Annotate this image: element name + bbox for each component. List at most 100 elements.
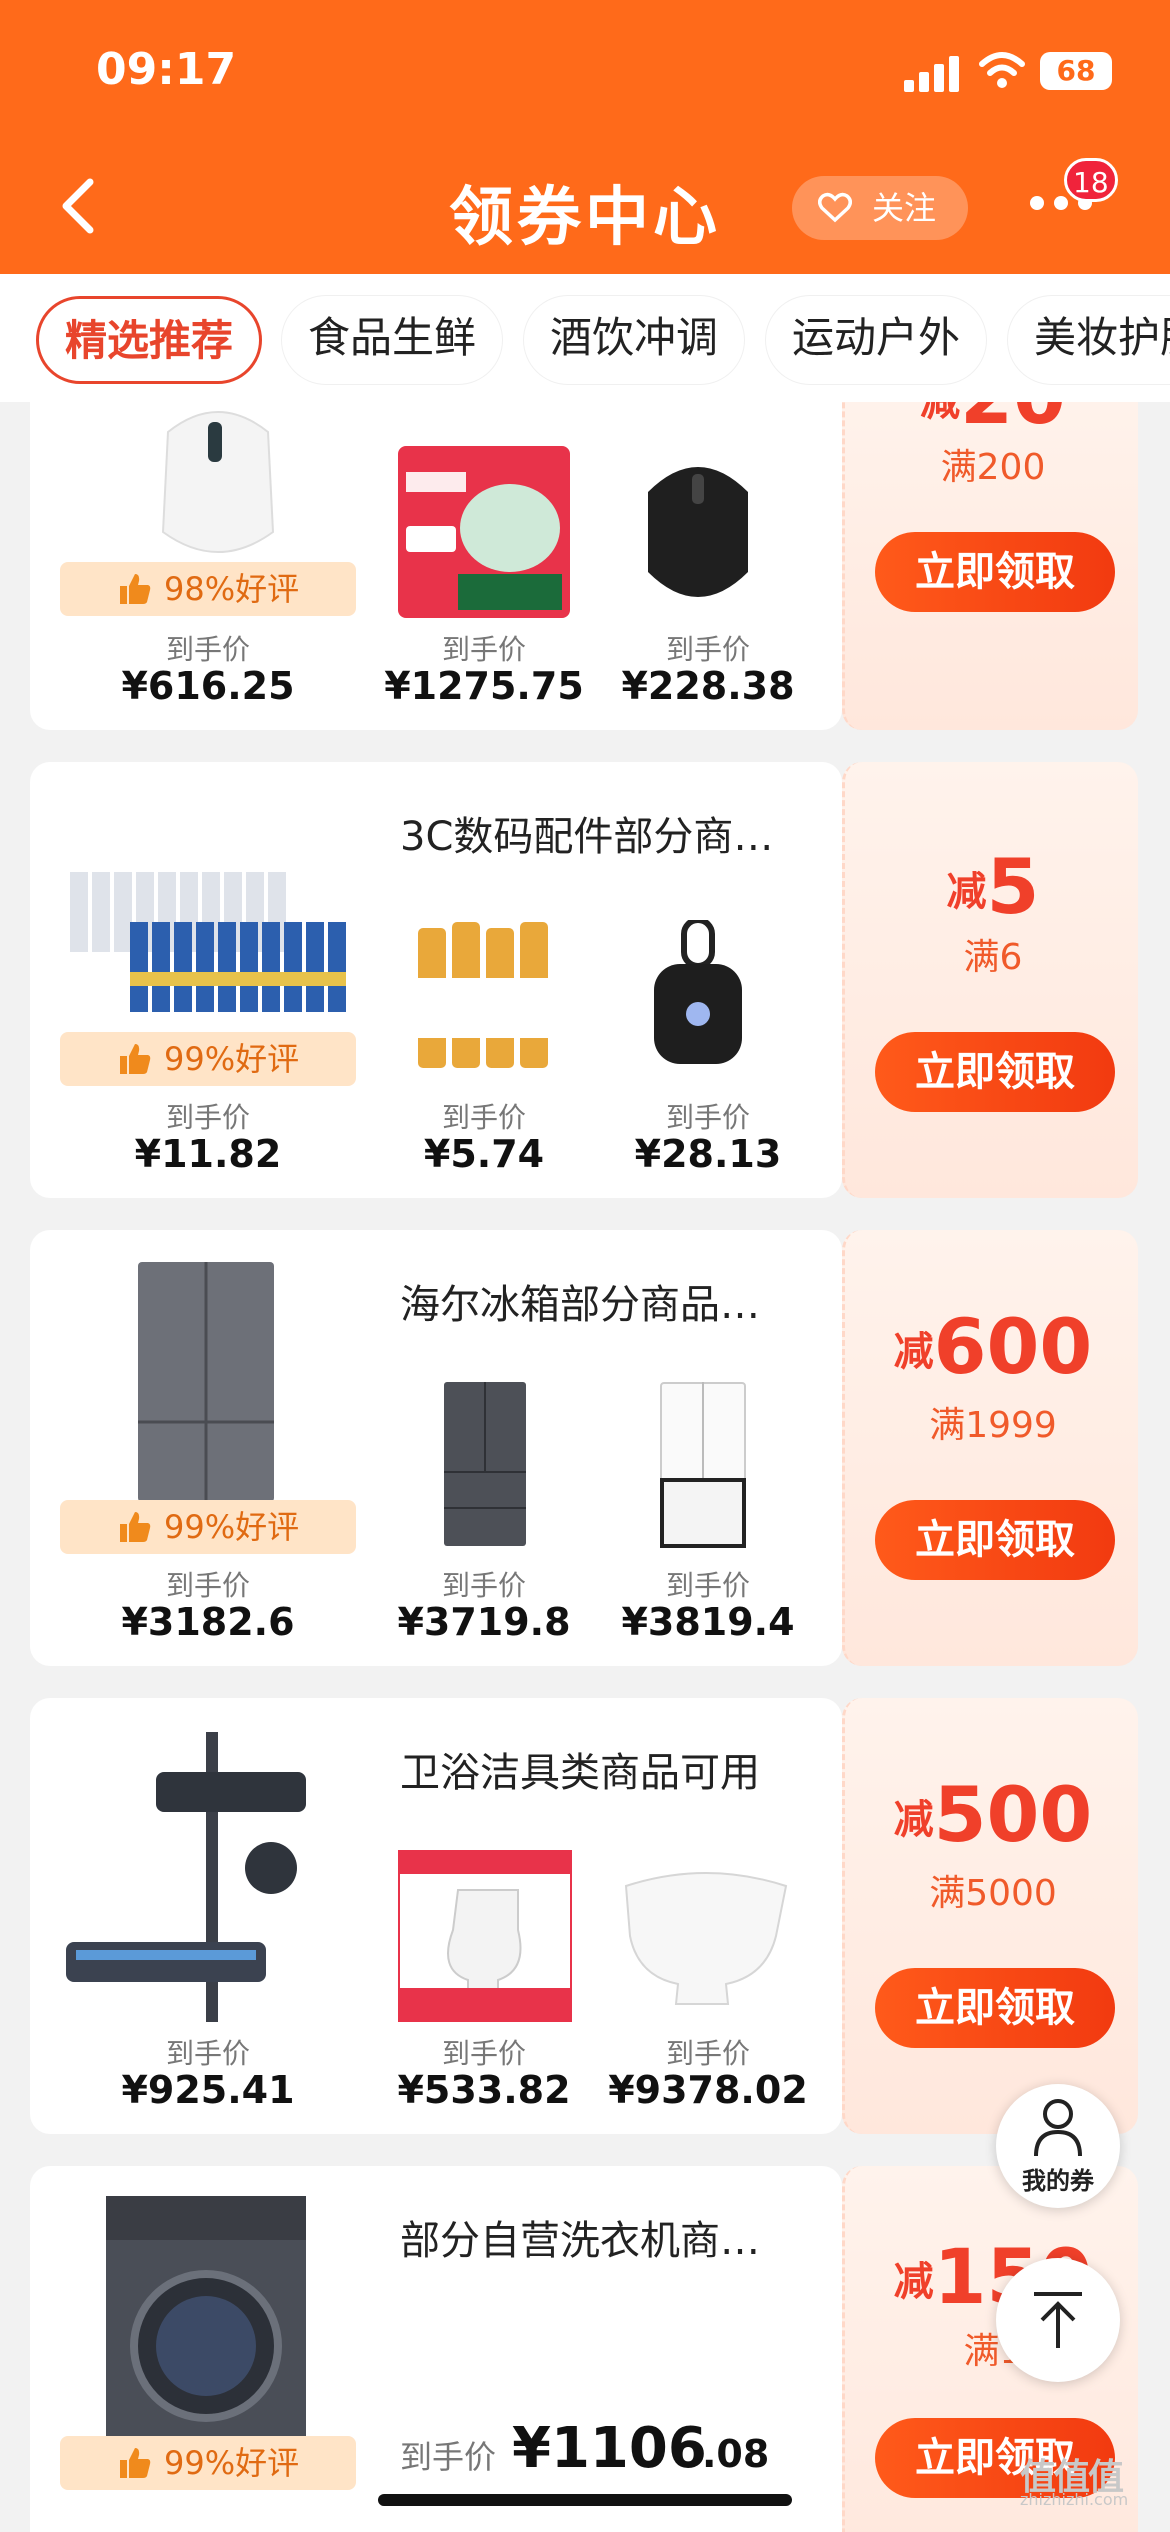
my-coupons-button[interactable]: 我的券 xyxy=(996,2084,1120,2208)
rating-text: 98%好评 xyxy=(164,570,300,608)
heart-plus-icon xyxy=(818,192,852,223)
coupon-card[interactable]: 海尔冰箱部分商品… 99%好评 到手价 ¥3182.6 到手价 ¥3719.8 … xyxy=(30,1230,842,1666)
3c-mouse-promo-image xyxy=(398,446,570,618)
follow-button[interactable]: 关注 xyxy=(792,176,968,240)
white-fridge-image xyxy=(660,1382,746,1548)
home-indicator xyxy=(378,2494,792,2506)
thumbs-up-icon xyxy=(120,2448,151,2478)
price-label: 到手价 xyxy=(665,2037,750,2070)
coupon-offer: 减5 满6 立即领取 xyxy=(842,762,1138,1198)
user-icon xyxy=(1034,2099,1082,2157)
price-label: 到手价 xyxy=(665,1101,750,1134)
discount-threshold: 满200 xyxy=(940,447,1046,488)
discount-amount: 减20 xyxy=(920,402,1066,441)
discount-threshold: 满5000 xyxy=(929,1873,1057,1914)
washing-machine-image xyxy=(106,2196,306,2466)
price-label: 到手价 xyxy=(665,633,750,666)
coupon-card[interactable]: 卫浴洁具类商品可用 到手价 ¥925.41 到手价 ¥533.82 到手价 ¥9… xyxy=(30,1698,842,2134)
watermark-url: zhizhizhi.com xyxy=(1020,2490,1129,2509)
coupon-offer: 减20 满200 立即领取 xyxy=(842,402,1138,730)
rating-badge: 98%好评 xyxy=(60,562,356,616)
price-label: 到手价 xyxy=(665,1569,750,1602)
tab-food[interactable]: 食品生鲜 xyxy=(282,296,503,384)
rating-badge: 99%好评 xyxy=(60,1500,356,1554)
back-to-top-button[interactable] xyxy=(996,2258,1120,2382)
black-mouse-image xyxy=(648,467,748,597)
price-label: 到手价 xyxy=(400,2438,497,2476)
price-label: 到手价 xyxy=(165,1569,250,1602)
claim-button[interactable]: 立即领取 xyxy=(875,1500,1115,1580)
price-label: 到手价 xyxy=(165,1101,250,1134)
wifi-icon xyxy=(979,52,1025,88)
white-mouse-image xyxy=(161,411,275,553)
product-price: ¥533.82 xyxy=(397,2068,571,2112)
product-price: ¥3182.6 xyxy=(121,1600,295,1644)
page-title: 领券中心 xyxy=(449,181,721,255)
product-price: ¥925.41 xyxy=(121,2068,295,2112)
notification-badge: 18 xyxy=(1064,158,1118,202)
grey-fridge-image xyxy=(138,1262,274,1502)
discount-threshold: 满1999 xyxy=(929,1405,1057,1446)
rating-badge: 99%好评 xyxy=(60,2436,356,2490)
thumbs-up-icon xyxy=(120,1044,151,1074)
follow-label: 关注 xyxy=(871,189,936,227)
claim-button[interactable]: 立即领取 xyxy=(875,532,1115,612)
shower-set-image xyxy=(66,1732,306,2022)
thumbs-up-icon xyxy=(120,574,151,604)
app-header: 09:17 68 领券中心 关注 18 xyxy=(0,0,1170,274)
my-coupons-label: 我的券 xyxy=(1022,2167,1094,2195)
price-label: 到手价 xyxy=(165,633,250,666)
coupon-card[interactable]: 3C数码配件部分商… 99%好评 到手价 ¥11.82 到手价 ¥5.74 到手… xyxy=(30,762,842,1198)
product-price: ¥5.74 xyxy=(423,1132,545,1176)
discount-amount: 减5 xyxy=(946,842,1040,931)
thumbs-up-icon xyxy=(120,1512,151,1542)
product-price-decimal: .08 xyxy=(702,2432,770,2476)
coupon-category: 卫浴洁具类商品可用 xyxy=(400,1750,760,1796)
coupon-category: 部分自营洗衣机商… xyxy=(400,2218,760,2264)
discount-threshold: 满6 xyxy=(963,937,1023,978)
category-tabs: 精选推荐 食品生鲜 酒饮冲调 运动户外 美妆护肤 xyxy=(0,274,1170,402)
product-price: ¥228.38 xyxy=(621,664,795,708)
coupon-offer: 减500 满5000 立即领取 xyxy=(842,1698,1138,2134)
product-price: ¥616.25 xyxy=(121,664,295,708)
signal-icon xyxy=(904,56,960,92)
coupon-card[interactable]: 部分自营洗衣机商… 99%好评 到手价 ¥1106 .08 xyxy=(30,2166,842,2532)
coupon-card[interactable]: 98%好评 到手价 ¥616.25 到手价 ¥1275.75 到手价 ¥228.… xyxy=(30,402,842,730)
product-price: ¥11.82 xyxy=(134,1132,282,1176)
discount-amount: 减600 xyxy=(893,1302,1093,1391)
battery-indicator: 68 xyxy=(1040,52,1112,90)
batteries-image xyxy=(70,872,346,1012)
coupon-category: 海尔冰箱部分商品… xyxy=(400,1282,760,1328)
coupon-list: 98%好评 到手价 ¥616.25 到手价 ¥1275.75 到手价 ¥228.… xyxy=(0,402,1170,2532)
rating-text: 99%好评 xyxy=(164,1508,300,1546)
status-time: 09:17 xyxy=(96,44,237,95)
product-price: ¥1275.75 xyxy=(384,664,584,708)
claim-button[interactable]: 立即领取 xyxy=(875,1032,1115,1112)
product-price: ¥9378.02 xyxy=(608,2068,808,2112)
coupon-category: 3C数码配件部分商… xyxy=(400,814,774,860)
coupon-offer: 减600 满1999 立即领取 xyxy=(842,1230,1138,1666)
price-label: 到手价 xyxy=(441,2037,526,2070)
tab-sports[interactable]: 运动户外 xyxy=(766,296,987,384)
discount-amount: 减500 xyxy=(893,1770,1093,1859)
price-label: 到手价 xyxy=(441,1101,526,1134)
dark-fridge-image xyxy=(444,1382,526,1546)
tab-drinks[interactable]: 酒饮冲调 xyxy=(524,296,745,384)
rating-badge: 99%好评 xyxy=(60,1032,356,1086)
claim-button[interactable]: 立即领取 xyxy=(875,1968,1115,2048)
tab-featured[interactable]: 精选推荐 xyxy=(36,296,263,384)
toilet-promo-image xyxy=(398,1850,572,2022)
product-price: ¥3819.4 xyxy=(621,1600,795,1644)
product-price-main: ¥1106 xyxy=(512,2416,707,2481)
tab-beauty[interactable]: 美妆护肤 xyxy=(1008,296,1170,384)
price-label: 到手价 xyxy=(165,2037,250,2070)
rating-text: 99%好评 xyxy=(164,2444,300,2482)
product-price: ¥28.13 xyxy=(634,1132,782,1176)
tracker-image xyxy=(654,920,742,1064)
arrow-up-icon xyxy=(1034,2292,1082,2348)
gold-batteries-image xyxy=(418,922,548,1068)
product-price: ¥3719.8 xyxy=(397,1600,571,1644)
price-label: 到手价 xyxy=(441,633,526,666)
rating-text: 99%好评 xyxy=(164,1040,300,1078)
smart-toilet-image xyxy=(624,1872,788,2005)
